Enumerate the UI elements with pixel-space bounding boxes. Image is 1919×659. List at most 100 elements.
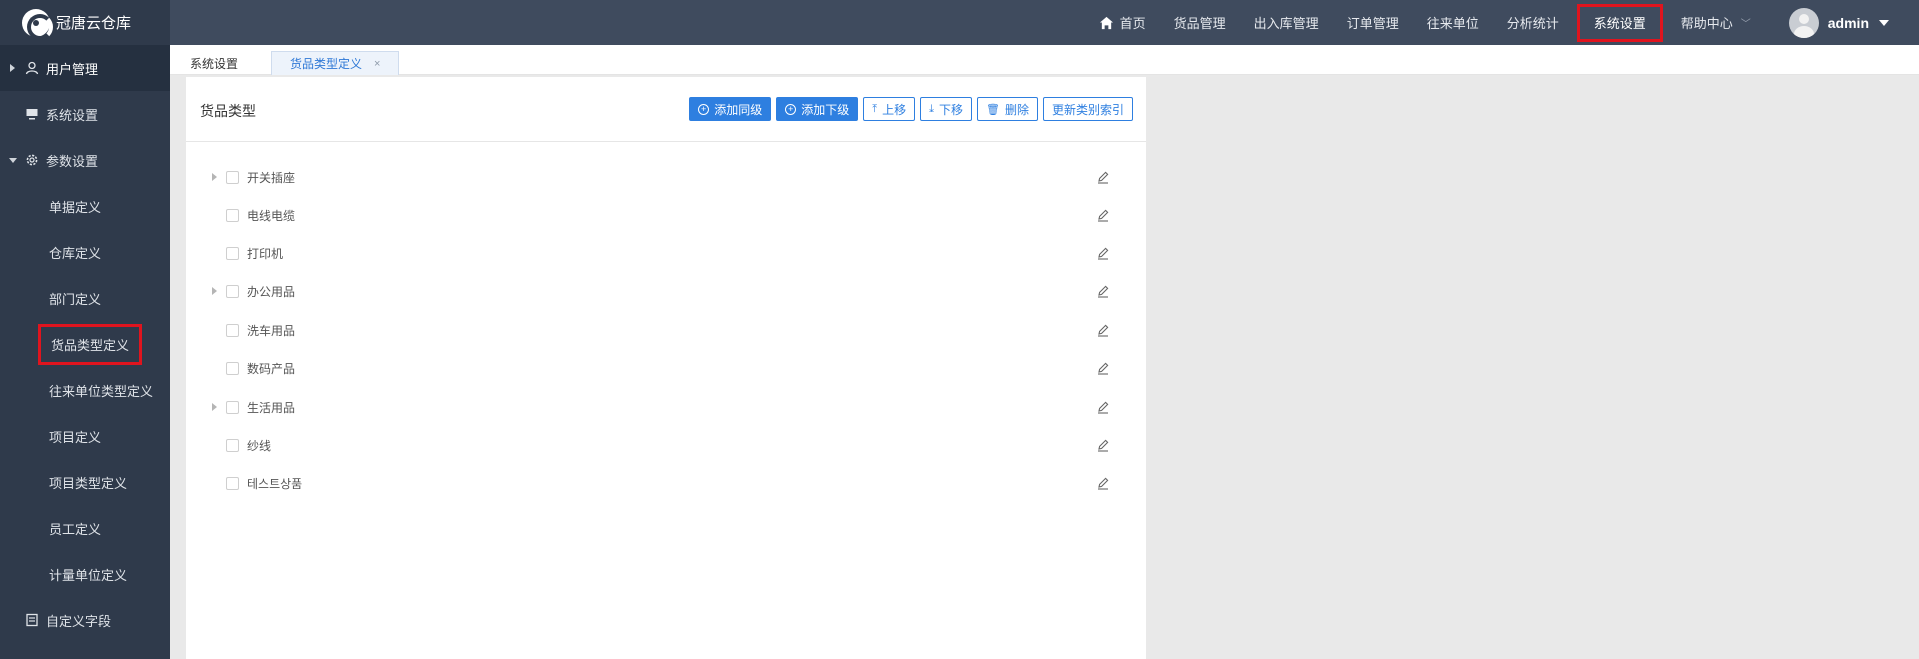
- sidebar-item-label: 单据定义: [49, 199, 102, 215]
- move-down-button[interactable]: ⤓ 下移: [920, 97, 972, 121]
- add-child-button[interactable]: + 添加下级: [776, 97, 859, 121]
- move-up-button[interactable]: ⤒ 上移: [863, 97, 916, 121]
- logo[interactable]: 冠唐云仓库: [0, 0, 170, 45]
- toolbar: + 添加同级 + 添加下级 ⤒ 上移 ⤓ 下移 🗑 删除 更新类别索引: [684, 97, 1133, 121]
- button-label: 添加下级: [801, 102, 850, 117]
- nav-system-settings[interactable]: 系统设置: [1576, 3, 1663, 42]
- edit-icon[interactable]: [1096, 476, 1110, 490]
- add-sibling-button[interactable]: + 添加同级: [689, 97, 772, 121]
- sidebar-item-department-definition[interactable]: 部门定义: [0, 275, 170, 321]
- tree-label: 办公用品: [247, 285, 296, 299]
- tree-label: 电线电缆: [247, 209, 296, 223]
- edit-icon[interactable]: [1096, 284, 1110, 298]
- tree-checkbox[interactable]: [226, 401, 239, 414]
- edit-icon[interactable]: [1096, 438, 1110, 452]
- expand-arrow-icon[interactable]: [212, 403, 217, 411]
- tree-checkbox[interactable]: [226, 477, 239, 490]
- tab-goods-type-definition[interactable]: 货品类型定义 ×: [271, 51, 400, 75]
- nav-inout[interactable]: 出入库管理: [1240, 0, 1333, 45]
- tree-row[interactable]: 生活用品: [186, 389, 1146, 427]
- sidebar-item-parameter-settings[interactable]: 参数设置: [0, 137, 170, 183]
- caret-down-icon: [1879, 19, 1889, 26]
- tree-label: 生活用品: [247, 401, 296, 415]
- sidebar-item-label: 仓库定义: [49, 245, 102, 261]
- nav-help[interactable]: 帮助中心 ﹀: [1667, 0, 1765, 45]
- tree-row[interactable]: 办公用品: [186, 273, 1146, 311]
- sidebar-item-goods-type-definition[interactable]: 货品类型定义: [0, 321, 170, 367]
- sidebar-item-label: 部门定义: [49, 291, 102, 307]
- tree-row[interactable]: 纱线: [186, 427, 1146, 465]
- nav-home-label: 首页: [1119, 16, 1146, 31]
- sidebar-item-warehouse-definition[interactable]: 仓库定义: [0, 229, 170, 275]
- edit-icon[interactable]: [1096, 400, 1110, 414]
- close-icon[interactable]: ×: [374, 58, 380, 70]
- expand-arrow-icon[interactable]: [212, 173, 217, 181]
- logo-icon: [22, 8, 53, 40]
- tree-row[interactable]: 테스트상품: [186, 465, 1146, 503]
- tab-system-settings[interactable]: 系统设置: [178, 51, 250, 75]
- nav-orders-label: 订单管理: [1346, 16, 1399, 31]
- sidebar-item-label: 货品类型定义: [38, 323, 143, 365]
- sidebar-item-label: 员工定义: [49, 521, 102, 537]
- edit-icon[interactable]: [1096, 208, 1110, 222]
- nav-analytics[interactable]: 分析统计: [1493, 0, 1573, 45]
- edit-icon[interactable]: [1096, 246, 1110, 260]
- sidebar-item-label: 往来单位类型定义: [49, 383, 154, 399]
- nav-inout-label: 出入库管理: [1253, 16, 1319, 31]
- tree-checkbox[interactable]: [226, 247, 239, 260]
- sidebar-item-partner-type-definition[interactable]: 往来单位类型定义: [0, 367, 170, 413]
- avatar: [1788, 7, 1819, 38]
- update-index-button[interactable]: 更新类别索引: [1042, 97, 1133, 121]
- nav-orders[interactable]: 订单管理: [1333, 0, 1413, 45]
- panel-header: 货品类型 + 添加同级 + 添加下级 ⤒ 上移 ⤓ 下移 🗑 删除 更新类别索引: [186, 77, 1146, 142]
- sidebar-item-label: 项目类型定义: [49, 475, 128, 491]
- tree-label: 数码产品: [247, 362, 296, 376]
- tree-checkbox[interactable]: [226, 362, 239, 375]
- tree-checkbox[interactable]: [226, 324, 239, 337]
- sidebar-item-employee-definition[interactable]: 员工定义: [0, 505, 170, 551]
- tree-label: 테스트상품: [247, 477, 303, 491]
- tree-row[interactable]: 开关插座: [186, 159, 1146, 197]
- tree-label: 打印机: [247, 247, 284, 261]
- nav-system-settings-label: 系统设置: [1593, 16, 1646, 31]
- nav-partners[interactable]: 往来单位: [1413, 0, 1493, 45]
- sidebar-item-unit-definition[interactable]: 计量单位定义: [0, 551, 170, 597]
- nav-goods[interactable]: 货品管理: [1160, 0, 1240, 45]
- tree-checkbox[interactable]: [226, 171, 239, 184]
- tree-row[interactable]: 电线电缆: [186, 197, 1146, 235]
- delete-button[interactable]: 🗑 删除: [977, 97, 1038, 121]
- sidebar: 用户管理 系统设置 参数设置 单据定义 仓库定义 部门定义 货品类型定义 往来单…: [0, 45, 170, 659]
- edit-icon[interactable]: [1096, 323, 1110, 337]
- edit-icon[interactable]: [1096, 361, 1110, 375]
- nav-home[interactable]: 首页: [1085, 0, 1160, 45]
- button-label: 下移: [938, 102, 963, 117]
- button-label: 添加同级: [714, 102, 763, 117]
- expand-arrow-icon[interactable]: [212, 287, 217, 295]
- tree-checkbox[interactable]: [226, 285, 239, 298]
- username: admin: [1827, 14, 1869, 31]
- nav-goods-label: 货品管理: [1173, 16, 1226, 31]
- top-navbar: 冠唐云仓库 首页 货品管理 出入库管理 订单管理 往来单位 分析统计 系统设置 …: [0, 0, 1919, 45]
- tree-checkbox[interactable]: [226, 209, 239, 222]
- sidebar-item-project-type-definition[interactable]: 项目类型定义: [0, 459, 170, 505]
- sidebar-item-custom-fields[interactable]: 自定义字段: [0, 597, 170, 643]
- move-down-icon: ⤓: [929, 102, 934, 115]
- tree-checkbox[interactable]: [226, 439, 239, 452]
- sidebar-item-label: 系统设置: [46, 107, 99, 123]
- move-up-icon: ⤒: [872, 102, 878, 115]
- nav-help-label: 帮助中心: [1680, 16, 1733, 31]
- sidebar-item-label: 项目定义: [49, 429, 102, 445]
- button-label: 删除: [1004, 102, 1029, 117]
- sidebar-item-system-settings[interactable]: 系统设置: [0, 91, 170, 137]
- user-menu[interactable]: admin: [1765, 0, 1919, 45]
- sidebar-item-user-management[interactable]: 用户管理: [0, 45, 170, 91]
- gear-icon: [26, 154, 38, 166]
- tree-row[interactable]: 数码产品: [186, 350, 1146, 388]
- edit-icon[interactable]: [1096, 170, 1110, 184]
- sidebar-item-project-definition[interactable]: 项目定义: [0, 413, 170, 459]
- trash-icon: 🗑: [986, 103, 1000, 116]
- form-icon: [26, 613, 38, 627]
- tree-row[interactable]: 洗车用品: [186, 312, 1146, 350]
- sidebar-item-document-definition[interactable]: 单据定义: [0, 183, 170, 229]
- tree-row[interactable]: 打印机: [186, 235, 1146, 273]
